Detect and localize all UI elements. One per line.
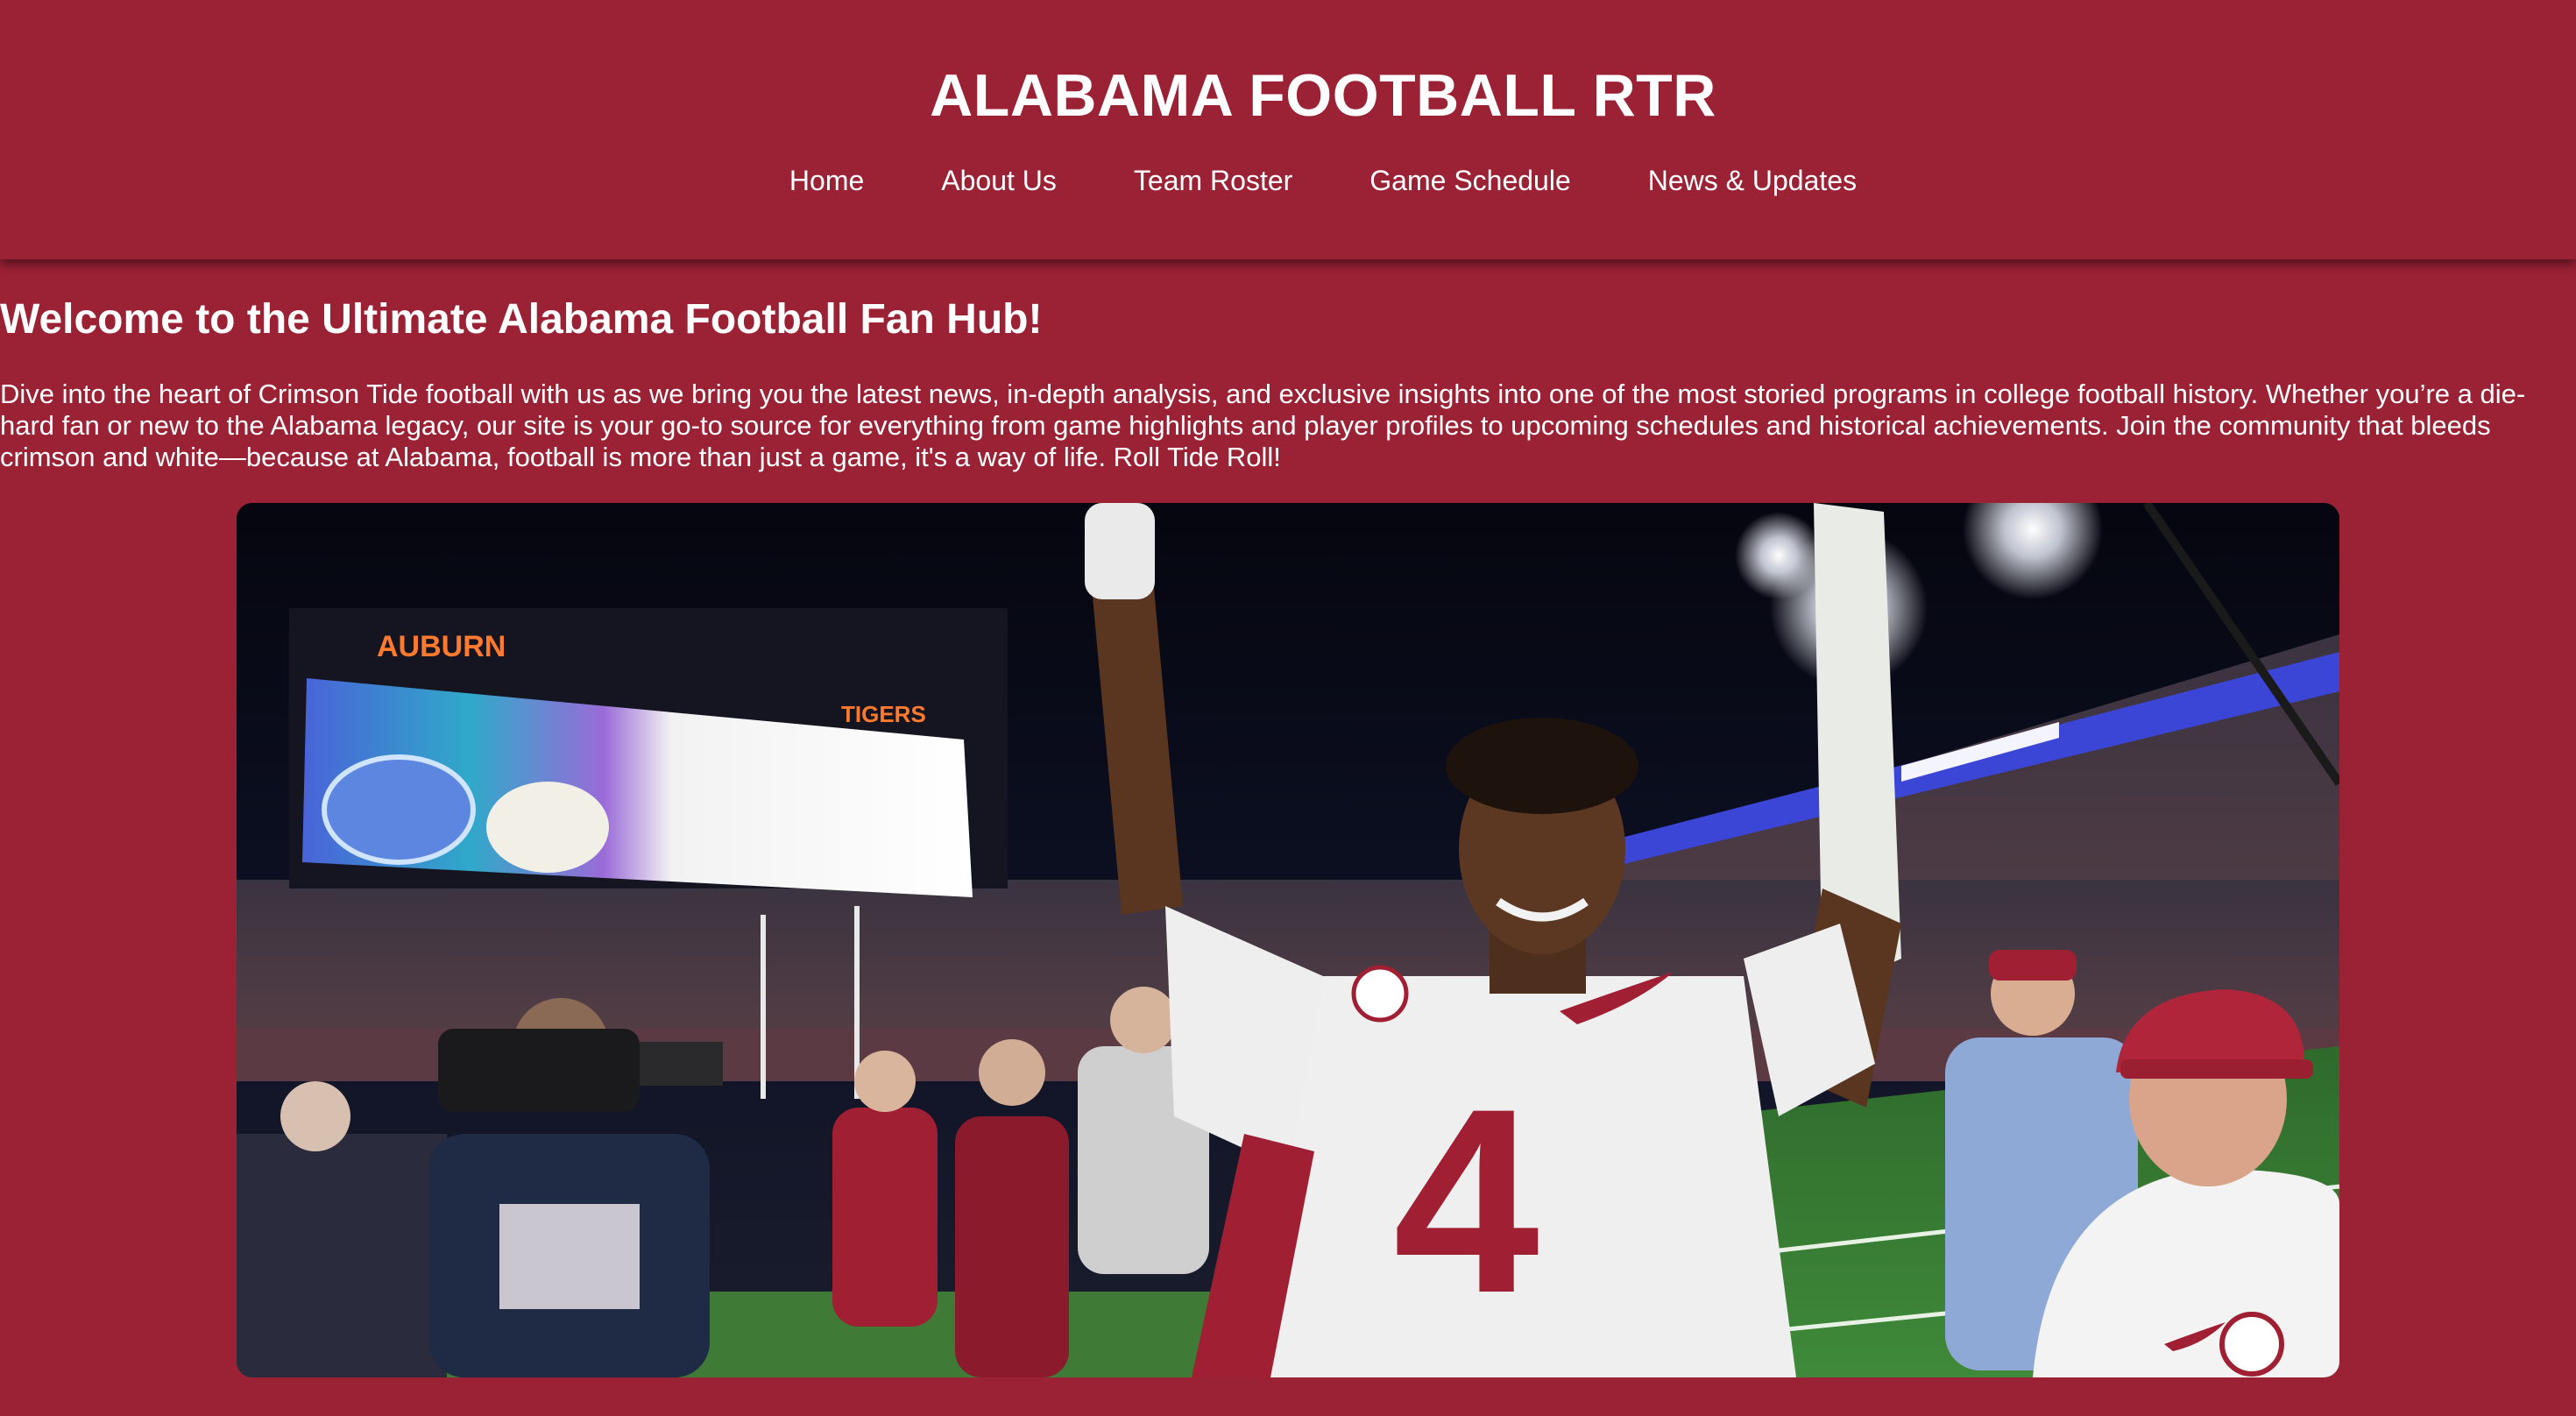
main-nav: Home About Us Team Roster Game Schedule … [0, 158, 2576, 203]
hero-photo-illustration: AUBURN TIGERS 4 [237, 503, 2339, 1377]
scoreboard-left-text: AUBURN [377, 630, 506, 663]
jersey-number: 4 [1393, 1053, 1541, 1348]
intro-paragraph: Dive into the heart of Crimson Tide foot… [0, 379, 2526, 472]
nav-about-us-link[interactable]: About Us [902, 158, 1095, 203]
site-header: ALABAMA FOOTBALL RTR Home About Us Team … [0, 0, 2576, 259]
site-title: ALABAMA FOOTBALL RTR [930, 62, 1716, 129]
nav-game-schedule-link[interactable]: Game Schedule [1331, 158, 1609, 203]
hero-image: AUBURN TIGERS 4 [237, 503, 2339, 1377]
nav-team-roster-link[interactable]: Team Roster [1095, 158, 1331, 203]
nav-news-updates-link[interactable]: News & Updates [1610, 158, 1895, 203]
scoreboard-right-text: TIGERS [841, 701, 926, 727]
nav-home-link[interactable]: Home [751, 158, 902, 203]
welcome-heading: Welcome to the Ultimate Alabama Football… [0, 296, 1043, 343]
